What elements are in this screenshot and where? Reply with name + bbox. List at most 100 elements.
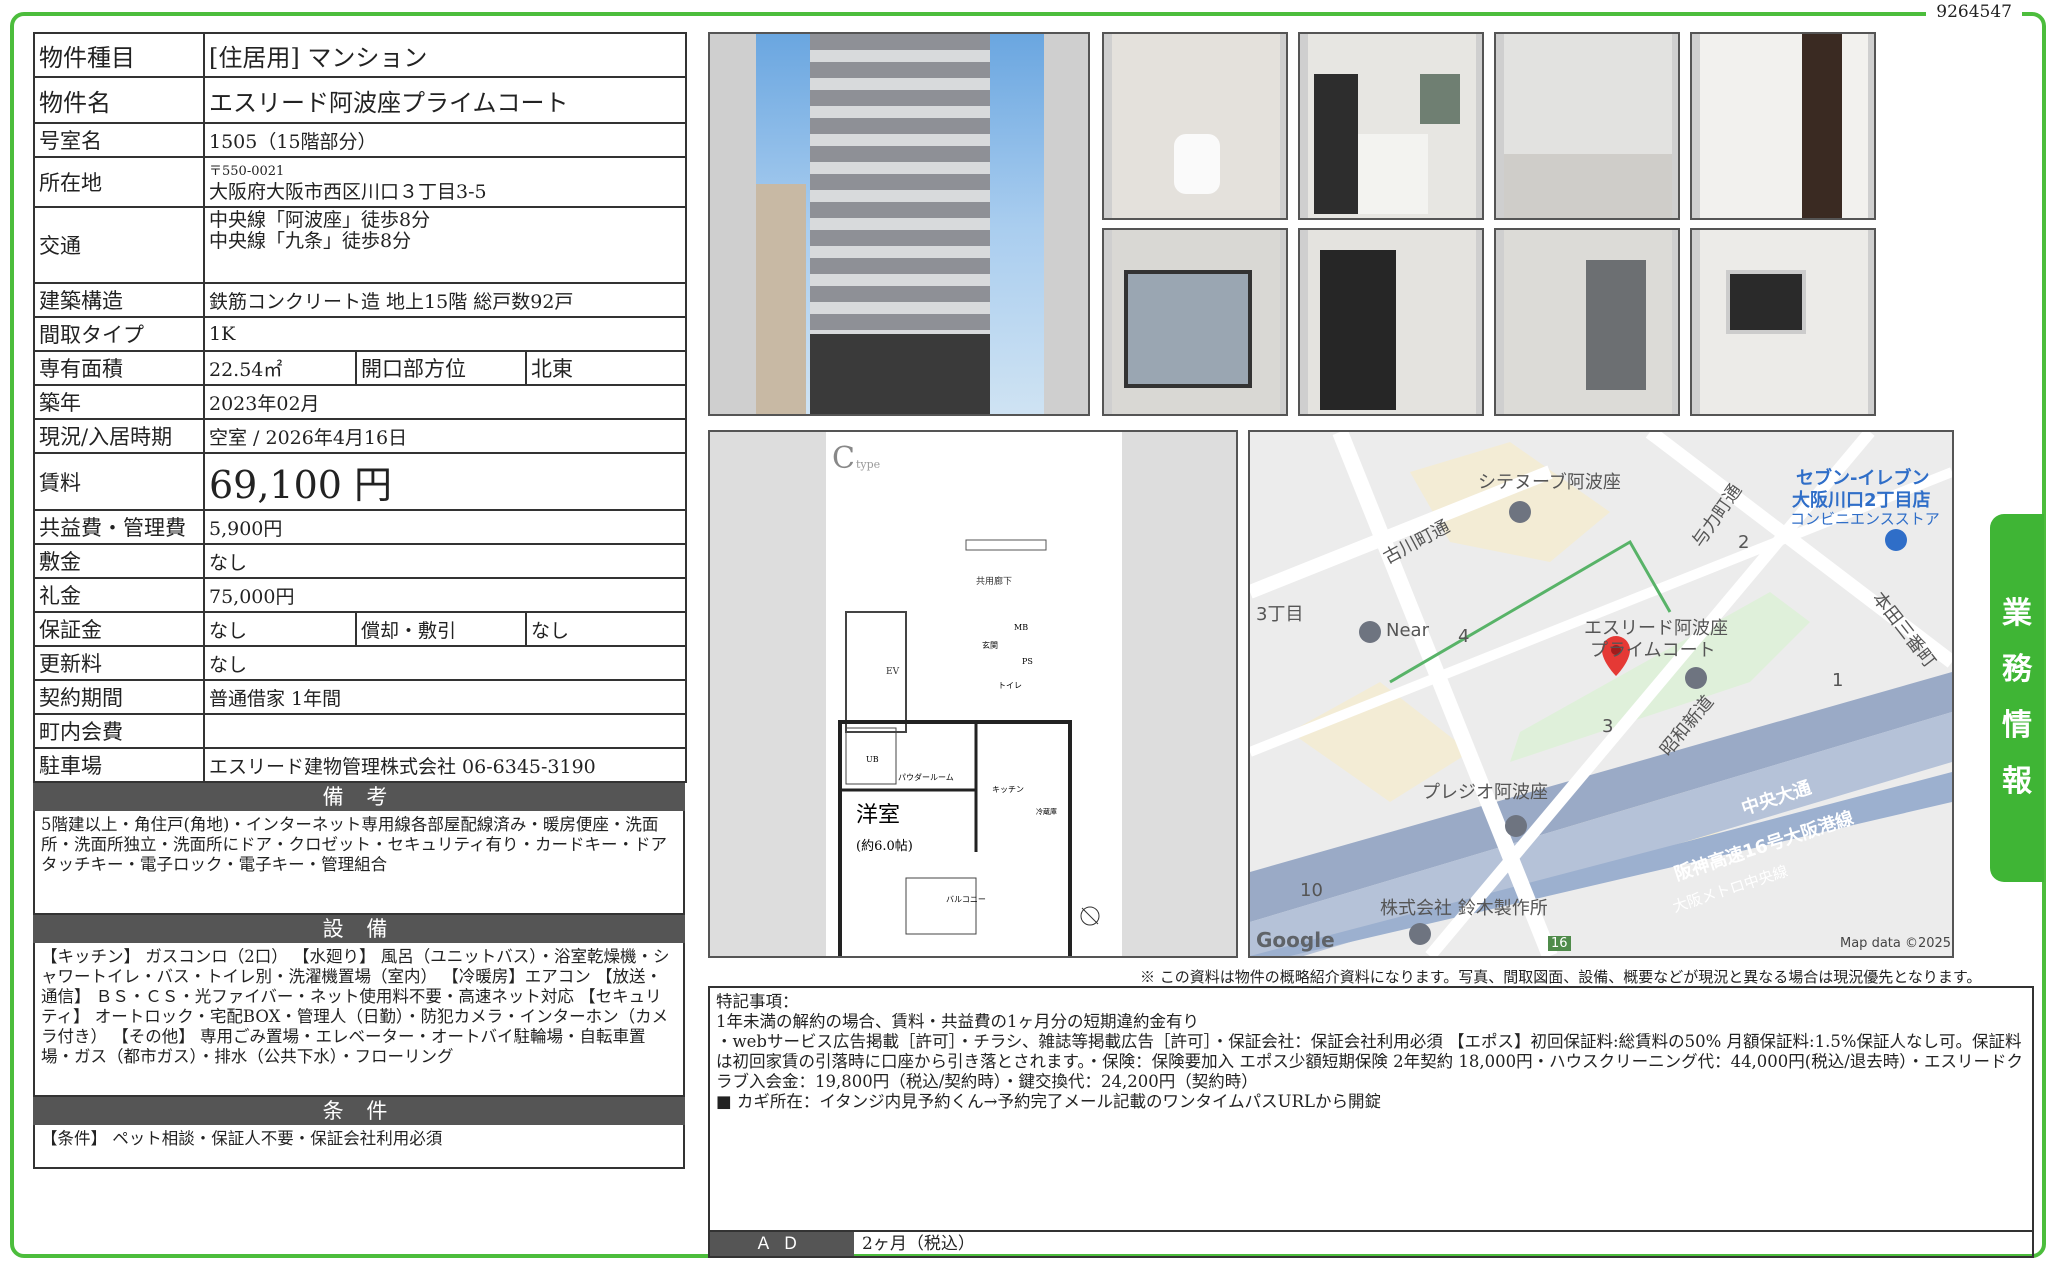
special-notes: 特記事項： 1年未満の解約の場合、賃料・共益費の1ヶ月分の短期違約金有り ・we…: [708, 986, 2034, 1232]
exterior-photo[interactable]: [708, 32, 1090, 416]
disclaimer: ※ この資料は物件の概略紹介資料になります。写真、間取図面、設備、概要などが現況…: [1140, 968, 1982, 986]
map-label: 10: [1300, 880, 1323, 901]
structure-value: 鉄筋コンクリート造 地上15階 総戸数92戸: [202, 282, 688, 318]
map-label: 株式会社 鈴木製作所: [1380, 898, 1548, 919]
map-label: Near: [1386, 620, 1429, 641]
remarks-header: 備 考: [33, 783, 685, 811]
map-label: 1: [1832, 670, 1844, 691]
entrance-photo[interactable]: [1298, 228, 1484, 416]
side-tab-char: 情: [2002, 708, 2032, 743]
deposit-label: 敷金: [33, 543, 205, 579]
map-label: コンビニエンスストア: [1790, 510, 1940, 528]
map-label: 2: [1738, 532, 1750, 553]
floor-plan-drawing: C type 共用廊下 EV 玄関 MB PS トイレ UB パウダールーム キ…: [832, 441, 1100, 960]
access-value: 中央線「阿波座」徒歩8分 中央線「九条」徒歩8分: [202, 206, 688, 284]
plan-label: パウダールーム: [898, 772, 954, 782]
guarantee-value: なし: [203, 611, 357, 647]
rent-value: 69,100 円: [202, 452, 688, 511]
google-logo: Google: [1256, 928, 1335, 952]
plan-type-mark: C: [832, 441, 855, 476]
area-value: 22.54㎡: [203, 350, 357, 386]
map-label: 3丁目: [1256, 604, 1304, 625]
address-label: 所在地: [33, 156, 205, 208]
status-value: 空室 / 2026年4月16日: [202, 418, 688, 454]
structure-label: 建築構造: [33, 282, 205, 318]
side-tab-char: 業: [2002, 596, 2032, 631]
area-label: 専有面積: [33, 350, 205, 386]
special-title: 特記事項：: [716, 992, 799, 1011]
parking-value: エスリード建物管理株式会社 06-6345-3190: [202, 747, 688, 783]
room-value: 1505（15階部分）: [202, 122, 688, 158]
room-window-photo[interactable]: [1102, 228, 1288, 416]
plan-label: EV: [886, 667, 900, 677]
contract-value: 普通借家 1年間: [202, 679, 688, 715]
room-label: 号室名: [33, 122, 205, 158]
document-id: 9264547: [1926, 2, 2022, 22]
map-label: プレジオ阿波座: [1422, 782, 1548, 803]
remarks-body: 5階建以上・角住戸(角地)・インターネット専用線各部屋配線済み・暖房便座・洗面所…: [33, 811, 685, 915]
bath-photo[interactable]: [1690, 32, 1876, 220]
plan-label: バルコニー: [946, 895, 986, 904]
plan-label: 玄関: [982, 640, 998, 650]
plan-label: 冷蔵庫: [1036, 807, 1057, 816]
kitchen-photo[interactable]: [1298, 32, 1484, 220]
direction-label: 開口部方位: [355, 350, 527, 386]
amortization-value: なし: [524, 611, 688, 647]
map-attribution: Map data ©2025: [1840, 936, 1952, 951]
renewal-label: 更新料: [33, 645, 205, 681]
floor-plan-paper: C type 共用廊下 EV 玄関 MB PS トイレ UB パウダールーム キ…: [826, 432, 1122, 960]
conditions-body: 【条件】 ペット相談・保証人不要・保証会社利用必須: [33, 1125, 685, 1169]
ad-label: ＡＤ: [710, 1232, 854, 1256]
rent-label: 賃料: [33, 452, 205, 511]
location-map[interactable]: シテヌーブ阿波座 セブン-イレブン 大阪川口2丁目店 コンビニエンスストア 古川…: [1248, 430, 1954, 958]
fee-label: 共益費・管理費: [33, 509, 205, 545]
property-table: 物件種目 [住居用] マンション 物件名 エスリード阿波座プライムコート 号室名 15…: [33, 32, 688, 783]
plan-label: MB: [1014, 623, 1028, 632]
address-text: 大阪府大阪市西区川口３丁目3-5: [209, 181, 487, 203]
map-label: プライムコート: [1590, 640, 1716, 661]
access-line: 中央線「阿波座」徒歩8分: [209, 209, 431, 231]
access-label: 交通: [33, 206, 205, 284]
guarantee-label: 保証金: [33, 611, 205, 647]
address-value: 〒550-0021 大阪府大阪市西区川口３丁目3-5: [202, 156, 688, 208]
ad-value: 2ヶ月（税込）: [862, 1234, 975, 1254]
town-fee-label: 町内会費: [33, 713, 205, 749]
floor-plan[interactable]: C type 共用廊下 EV 玄関 MB PS トイレ UB パウダールーム キ…: [708, 430, 1238, 960]
amortization-label: 償却・敷引: [355, 611, 527, 647]
layout-label: 間取タイプ: [33, 316, 205, 352]
equipment-header: 設 備: [33, 915, 685, 943]
property-info-panel: 物件種目 [住居用] マンション 物件名 エスリード阿波座プライムコート 号室名 15…: [33, 32, 688, 1169]
side-tab-char: 報: [2002, 764, 2032, 799]
map-label: 4: [1458, 626, 1470, 647]
deposit-value: なし: [202, 543, 688, 579]
ad-row: ＡＤ 2ヶ月（税込）: [708, 1230, 2034, 1258]
plan-label: UB: [866, 755, 879, 764]
name-value: エスリード阿波座プライムコート: [202, 76, 688, 124]
built-label: 築年: [33, 384, 205, 420]
toilet-photo[interactable]: [1102, 32, 1288, 220]
name-label: 物件名: [33, 76, 205, 124]
special-line: 1年未満の解約の場合、賃料・共益費の1ヶ月分の短期違約金有り: [716, 1012, 1199, 1031]
plan-label: トイレ: [998, 681, 1022, 690]
status-label: 現況/入居時期: [33, 418, 205, 454]
built-value: 2023年02月: [202, 384, 688, 420]
type-label: 物件種目: [33, 32, 205, 78]
room-photo-1[interactable]: [1494, 32, 1680, 220]
special-line: ・webサービス広告掲載［許可］・チラシ、雑誌等掲載広告［許可］・保証会社：保証…: [716, 1032, 2024, 1091]
layout-value: 1K: [202, 316, 688, 352]
map-label: 3: [1602, 716, 1614, 737]
renewal-value: なし: [202, 645, 688, 681]
key-money-label: 礼金: [33, 577, 205, 613]
contract-label: 契約期間: [33, 679, 205, 715]
balcony-photo[interactable]: [1494, 228, 1680, 416]
zip-code: 〒550-0021: [209, 164, 285, 179]
intercom-photo[interactable]: [1690, 228, 1876, 416]
business-info-tab[interactable]: 業 務 情 報: [1990, 514, 2044, 882]
fee-value: 5,900円: [202, 509, 688, 545]
map-label: シテヌーブ阿波座: [1478, 472, 1621, 493]
special-line: ■ カギ所在：イタンジ内見予約くん→予約完了メール記載のワンタイムパスURLから…: [716, 1092, 1381, 1111]
plan-label: キッチン: [992, 785, 1024, 794]
type-value: [住居用] マンション: [202, 32, 688, 78]
equipment-body: 【キッチン】 ガスコンロ（2口） 【水廻り】 風呂（ユニットバス）・浴室乾燥機・…: [33, 943, 685, 1097]
key-money-value: 75,000円: [202, 577, 688, 613]
